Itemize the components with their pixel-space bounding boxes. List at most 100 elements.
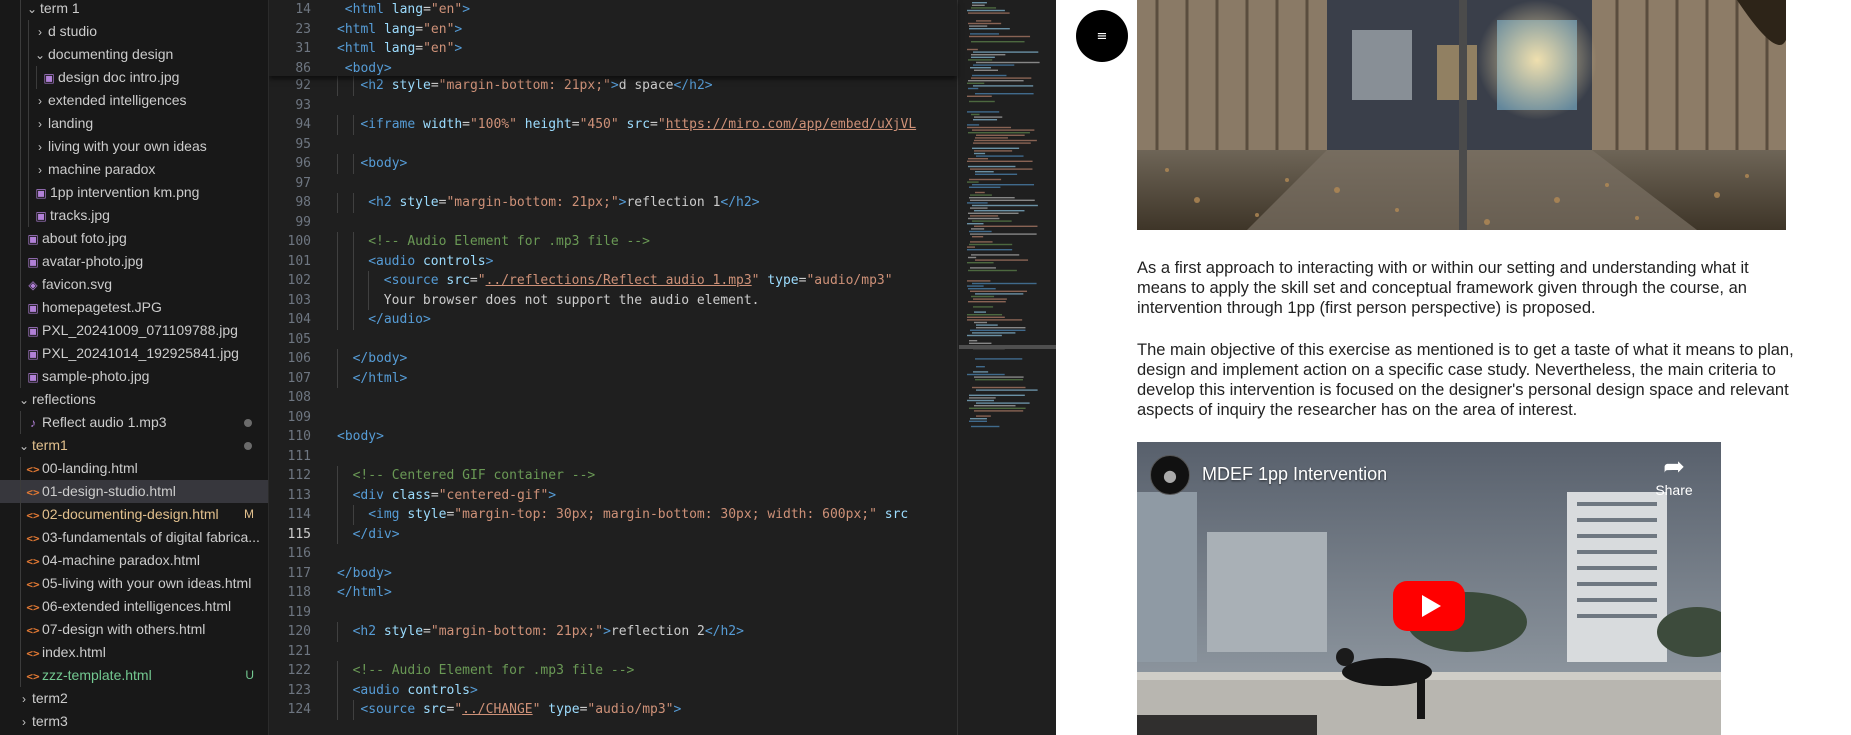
youtube-embed[interactable]: ● MDEF 1pp Intervention ➦ Share bbox=[1137, 442, 1721, 735]
tree-file[interactable]: ◈ favicon.svg bbox=[0, 273, 268, 296]
code-line[interactable]: 100 <!-- Audio Element for .mp3 file --> bbox=[269, 232, 957, 252]
code-line[interactable]: 109 bbox=[269, 408, 957, 428]
code-line[interactable]: 86 <body> bbox=[269, 59, 957, 79]
code-line[interactable]: 124 <source src="../CHANGE" type="audio/m… bbox=[269, 700, 957, 720]
code-line[interactable]: 114 <img style="margin-top: 30px; margin-… bbox=[269, 505, 957, 525]
minimap-line bbox=[974, 311, 987, 313]
tree-folder[interactable]: › d studio bbox=[0, 20, 268, 43]
tree-file[interactable]: <> 07-design with others.html bbox=[0, 618, 268, 641]
channel-avatar[interactable]: ● bbox=[1150, 455, 1190, 495]
code-line[interactable]: 93 bbox=[269, 96, 957, 116]
chevron-right-icon[interactable]: › bbox=[32, 21, 48, 44]
tree-folder[interactable]: › term3 bbox=[0, 710, 268, 733]
tree-file[interactable]: ▣ avatar-photo.jpg bbox=[0, 250, 268, 273]
code-line[interactable]: 102 <source src="../reflections/Reflect a… bbox=[269, 271, 957, 291]
tree-file[interactable]: ▣ 1pp intervention km.png bbox=[0, 181, 268, 204]
minimap-line bbox=[970, 290, 1028, 292]
tree-file[interactable]: <> index.html bbox=[0, 641, 268, 664]
tree-file[interactable]: <> 01-design-studio.html bbox=[0, 480, 268, 503]
hamburger-menu-button[interactable]: ≡ bbox=[1076, 10, 1128, 62]
play-button[interactable] bbox=[1393, 581, 1465, 631]
code-line[interactable]: 92 <h2 style="margin-bottom: 21px;">d spa… bbox=[269, 76, 957, 96]
code-line[interactable]: 94 <iframe width="100%" height="450" src=… bbox=[269, 115, 957, 135]
tree-folder[interactable]: › term2 bbox=[0, 687, 268, 710]
code-line[interactable]: 120 <h2 style="margin-bottom: 21px;">refl… bbox=[269, 622, 957, 642]
code-line[interactable]: 113 <div class="centered-gif"> bbox=[269, 485, 957, 505]
tree-file[interactable]: ▣ about foto.jpg bbox=[0, 227, 268, 250]
code-line[interactable]: 105 bbox=[269, 330, 957, 350]
chevron-down-icon[interactable]: ⌄ bbox=[24, 0, 40, 21]
chevron-down-icon[interactable]: ⌄ bbox=[32, 44, 48, 67]
minimap-line bbox=[974, 376, 1024, 378]
code-line[interactable]: 96 <body> bbox=[269, 154, 957, 174]
tree-file[interactable]: ♪ Reflect audio 1.mp3 bbox=[0, 411, 268, 434]
tree-folder[interactable]: › landing bbox=[0, 112, 268, 135]
tree-file[interactable]: <> 05-living with your own ideas.html bbox=[0, 572, 268, 595]
chevron-right-icon[interactable]: › bbox=[16, 688, 32, 711]
video-title[interactable]: MDEF 1pp Intervention bbox=[1202, 464, 1387, 485]
chevron-right-icon[interactable]: › bbox=[16, 711, 32, 734]
tree-file[interactable]: ▣ sample-photo.jpg bbox=[0, 365, 268, 388]
tree-file[interactable]: <> 04-machine paradox.html bbox=[0, 549, 268, 572]
tree-file[interactable]: <> zzz-template.html U bbox=[0, 664, 268, 687]
tree-file[interactable]: ▣ design doc intro.jpg bbox=[0, 66, 268, 89]
chevron-down-icon[interactable]: ⌄ bbox=[16, 389, 32, 412]
code-line[interactable]: 95 bbox=[269, 135, 957, 155]
chevron-down-icon[interactable]: ⌄ bbox=[16, 435, 32, 458]
code-line[interactable]: 14 <html lang="en"> bbox=[269, 0, 957, 20]
minimap-slider[interactable] bbox=[959, 345, 1056, 349]
line-number: 110 bbox=[287, 429, 311, 444]
tree-folder[interactable]: ⌄ term1 bbox=[0, 434, 268, 457]
code-line[interactable]: 101 <audio controls> bbox=[269, 251, 957, 271]
code-lines[interactable]: 92 <h2 style="margin-bottom: 21px;">d spa… bbox=[269, 76, 957, 720]
code-line[interactable]: 111 bbox=[269, 447, 957, 467]
tree-file[interactable]: <> 02-documenting-design.html M bbox=[0, 503, 268, 526]
code-line[interactable]: 108 bbox=[269, 388, 957, 408]
tree-file[interactable]: <> 06-extended intelligences.html bbox=[0, 595, 268, 618]
code-line[interactable]: 110 <body> bbox=[269, 427, 957, 447]
watch-on-youtube-bar[interactable] bbox=[1137, 715, 1317, 735]
tree-file[interactable]: ▣ tracks.jpg bbox=[0, 204, 268, 227]
code-line[interactable]: 104 </audio> bbox=[269, 310, 957, 330]
chevron-right-icon[interactable]: › bbox=[32, 159, 48, 182]
tree-folder[interactable]: › machine paradox bbox=[0, 158, 268, 181]
code-line[interactable]: 123 <audio controls> bbox=[269, 680, 957, 700]
minimap-line bbox=[967, 280, 991, 282]
sticky-scroll-header[interactable]: 14 <html lang="en"> 23 <html lang="en"> 31 <h… bbox=[269, 0, 957, 76]
line-number: 116 bbox=[287, 546, 311, 561]
tree-file[interactable]: ▣ homepagetest.JPG bbox=[0, 296, 268, 319]
code-line[interactable]: 119 bbox=[269, 603, 957, 623]
chevron-right-icon[interactable]: › bbox=[32, 113, 48, 136]
tree-file[interactable]: ▣ PXL_20241009_071109788.jpg bbox=[0, 319, 268, 342]
indent-guide bbox=[337, 193, 338, 213]
minimap-line bbox=[971, 56, 995, 58]
code-editor[interactable]: 14 <html lang="en"> 23 <html lang="en"> 31 <h… bbox=[269, 0, 1056, 735]
tree-folder[interactable]: ⌄ term 1 bbox=[0, 0, 268, 20]
tree-file[interactable]: <> 00-landing.html bbox=[0, 457, 268, 480]
code-line[interactable]: 23 <html lang="en"> bbox=[269, 20, 957, 40]
code-line[interactable]: 97 bbox=[269, 174, 957, 194]
tree-file[interactable]: ▣ PXL_20241014_192925841.jpg bbox=[0, 342, 268, 365]
minimap[interactable] bbox=[965, 0, 1047, 430]
share-button[interactable]: ➦ Share bbox=[1652, 452, 1696, 498]
chevron-right-icon[interactable]: › bbox=[32, 90, 48, 113]
code-line[interactable]: 106 </body> bbox=[269, 349, 957, 369]
code-line[interactable]: 122 <!-- Audio Element for .mp3 file --> bbox=[269, 661, 957, 681]
tree-folder[interactable]: › living with your own ideas bbox=[0, 135, 268, 158]
code-line[interactable]: 98 <h2 style="margin-bottom: 21px;">refle… bbox=[269, 193, 957, 213]
code-line[interactable]: 117 </body> bbox=[269, 564, 957, 584]
tree-file[interactable]: <> 03-fundamentals of digital fabrica... bbox=[0, 526, 268, 549]
code-line[interactable]: 99 bbox=[269, 213, 957, 233]
code-line[interactable]: 121 bbox=[269, 642, 957, 662]
code-line[interactable]: 115 </div> bbox=[269, 524, 957, 544]
tree-folder[interactable]: ⌄ reflections bbox=[0, 388, 268, 411]
chevron-right-icon[interactable]: › bbox=[32, 136, 48, 159]
code-line[interactable]: 112 <!-- Centered GIF container --> bbox=[269, 466, 957, 486]
tree-folder[interactable]: › extended intelligences bbox=[0, 89, 268, 112]
code-line[interactable]: 103 Your browser does not support the aud… bbox=[269, 290, 957, 310]
tree-folder[interactable]: ⌄ documenting design bbox=[0, 43, 268, 66]
code-line[interactable]: 31 <html lang="en"> bbox=[269, 39, 957, 59]
code-line[interactable]: 107 </html> bbox=[269, 368, 957, 388]
code-line[interactable]: 116 bbox=[269, 544, 957, 564]
code-line[interactable]: 118 </html> bbox=[269, 583, 957, 603]
